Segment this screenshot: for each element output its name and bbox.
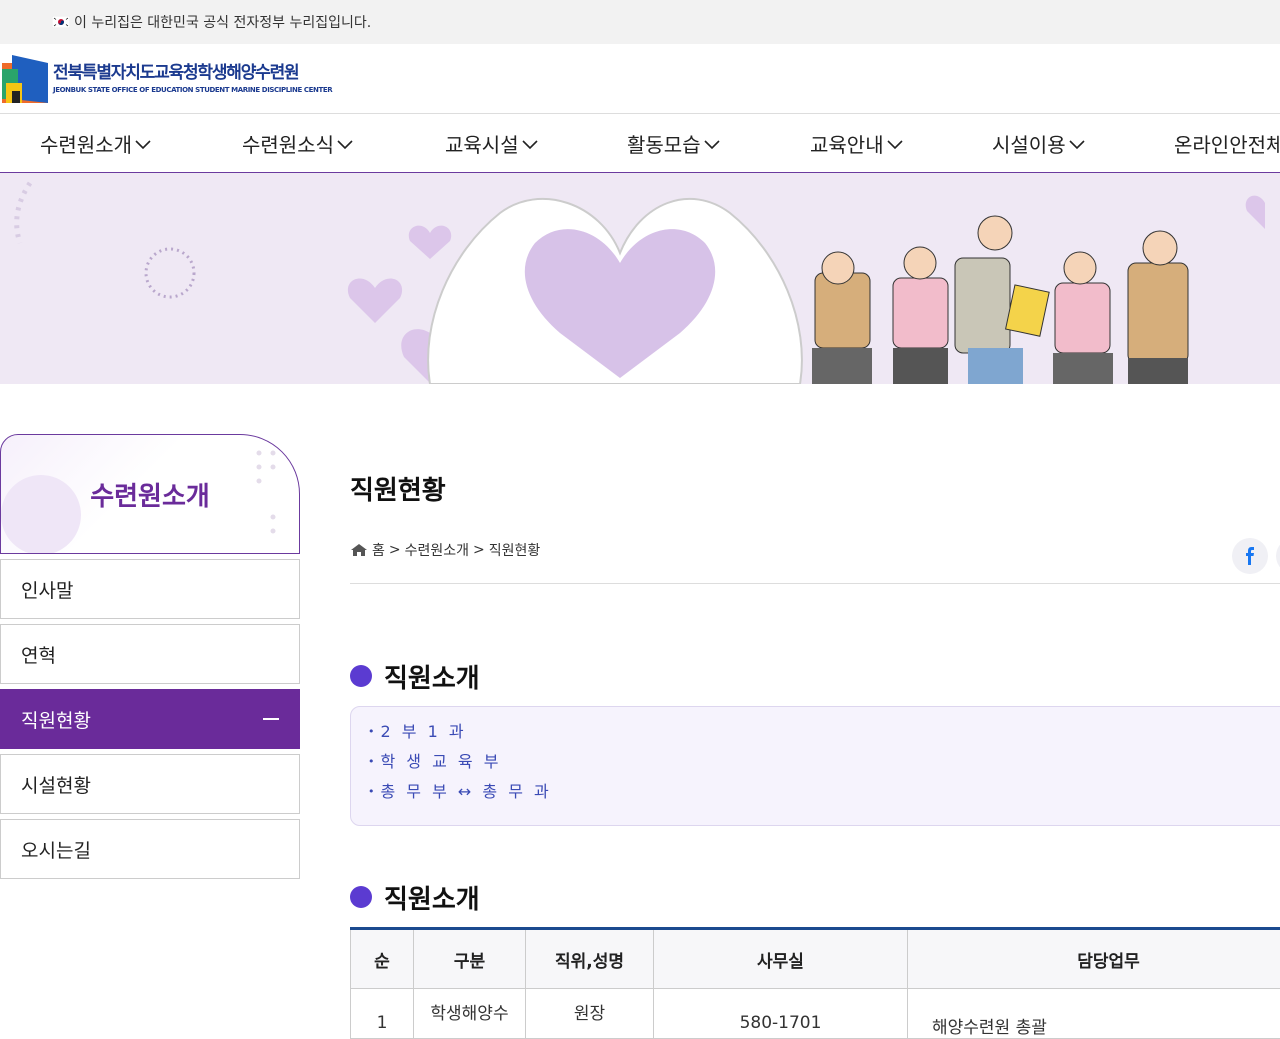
section-title-text: 직원소개 [384,658,480,695]
bullet-dot-icon [350,665,378,689]
gnb-item-facilities[interactable]: 교육시설 [445,114,538,172]
gnb-label: 수련원소개 [40,129,132,158]
gnb-label: 온라인안전체 [1174,129,1280,158]
breadcrumb-home[interactable]: 홈 [372,540,385,560]
breadcrumb-separator: > [389,542,401,558]
site-header: 전북특별자치도교육청학생해양수련원 JEONBUK STATE OFFICE O… [0,44,1280,114]
table-cell: 원장 [526,989,654,1039]
breadcrumb-level1[interactable]: 수련원소개 [405,540,469,560]
sub-visual-banner [0,173,1280,384]
table-header-cell: 사무실 [654,929,908,989]
side-nav-item-history[interactable]: 연혁 [0,624,300,684]
gnb-item-intro[interactable]: 수련원소개 [40,114,151,172]
table-header-cell: 직위,성명 [526,929,654,989]
table-row: 1 학생해양수 원장 580-1701 해양수련원 총괄 [351,989,1280,1039]
org-link-item[interactable]: 학 생 교 육 부 [368,747,1280,777]
content-divider [350,583,1280,584]
staff-table: 순 구분 직위,성명 사무실 담당업무 1 학생해양수 원장 580-1701 … [350,927,1280,1039]
table-header-cell: 담당업무 [908,929,1280,989]
side-nav-label: 인사말 [21,576,73,603]
side-nav-label: 직원현황 [21,706,91,733]
home-icon [350,543,368,557]
side-nav-title: 수련원소개 [90,476,210,513]
table-cell: 580-1701 [654,989,908,1039]
side-nav-item-directions[interactable]: 오시는길 [0,819,300,879]
bullet-dot-icon [350,886,378,910]
chevron-down-icon [337,140,353,150]
side-nav-label: 연혁 [21,641,56,668]
breadcrumb-level2: 직원현황 [489,540,541,560]
side-nav-label: 시설현황 [21,771,91,798]
facebook-share-button[interactable] [1232,538,1268,574]
gnb-item-activities[interactable]: 활동모습 [627,114,720,172]
side-nav-header: 수련원소개 [0,434,300,554]
logo-icon [2,55,48,103]
chevron-down-icon [522,140,538,150]
gnb-item-education[interactable]: 교육안내 [810,114,903,172]
table-header-cell: 구분 [414,929,526,989]
global-nav: 수련원소개 수련원소식 교육시설 활동모습 교육안내 시설이용 온라인안전체 [0,114,1280,173]
table-header-cell: 순 [351,929,414,989]
gnb-item-online-safety[interactable]: 온라인안전체 [1174,114,1280,172]
gnb-label: 활동모습 [627,129,701,158]
facebook-icon [1244,547,1256,565]
gnb-label: 교육시설 [445,129,519,158]
section-title-org: 직원소개 [350,658,480,695]
main-content: 직원현황 홈 > 수련원소개 > 직원현황 직원소개 2 부 1 과 학 생 교… [350,470,1280,507]
breadcrumb: 홈 > 수련원소개 > 직원현황 [350,540,540,560]
gov-banner: 이 누리집은 대한민국 공식 전자정부 누리집입니다. [0,0,1280,44]
gov-banner-text: 이 누리집은 대한민국 공식 전자정부 누리집입니다. [74,12,371,32]
table-cell: 1 [351,989,414,1039]
logo-name-en: JEONBUK STATE OFFICE OF EDUCATION STUDEN… [53,84,332,96]
table-cell: 해양수련원 총괄 [908,989,1280,1039]
side-nav-item-greeting[interactable]: 인사말 [0,559,300,619]
chevron-down-icon [887,140,903,150]
chevron-down-icon [704,140,720,150]
gnb-item-use[interactable]: 시설이용 [992,114,1085,172]
logo-name-kr: 전북특별자치도교육청학생해양수련원 [53,62,332,84]
table-cell: 학생해양수 [414,989,526,1039]
breadcrumb-separator: > [473,542,485,558]
org-link-box: 2 부 1 과 학 생 교 육 부 총 무 부 ↔ 총 무 과 [350,706,1280,826]
table-header-row: 순 구분 직위,성명 사무실 담당업무 [351,929,1280,989]
section-title-text: 직원소개 [384,879,480,916]
banner-illustration [0,173,1280,384]
side-nav-label: 오시는길 [21,836,91,863]
minus-icon [263,718,279,720]
gnb-item-news[interactable]: 수련원소식 [242,114,353,172]
gnb-label: 교육안내 [810,129,884,158]
share-button[interactable] [1276,538,1280,574]
gnb-label: 수련원소식 [242,129,334,158]
chevron-down-icon [1069,140,1085,150]
chevron-down-icon [135,140,151,150]
side-nav: 수련원소개 인사말 연혁 직원현황 시설현황 오시는길 [0,434,300,879]
side-nav-item-facilities[interactable]: 시설현황 [0,754,300,814]
gnb-label: 시설이용 [992,129,1066,158]
org-link-item[interactable]: 2 부 1 과 [368,717,1280,747]
home-logo-link[interactable]: 전북특별자치도교육청학생해양수련원 JEONBUK STATE OFFICE O… [2,55,332,103]
org-link-item[interactable]: 총 무 부 ↔ 총 무 과 [368,777,1280,807]
page-title: 직원현황 [350,470,1280,507]
side-nav-item-staff[interactable]: 직원현황 [0,689,300,749]
section-title-staff: 직원소개 [350,879,480,916]
korea-flag-icon [52,16,70,28]
